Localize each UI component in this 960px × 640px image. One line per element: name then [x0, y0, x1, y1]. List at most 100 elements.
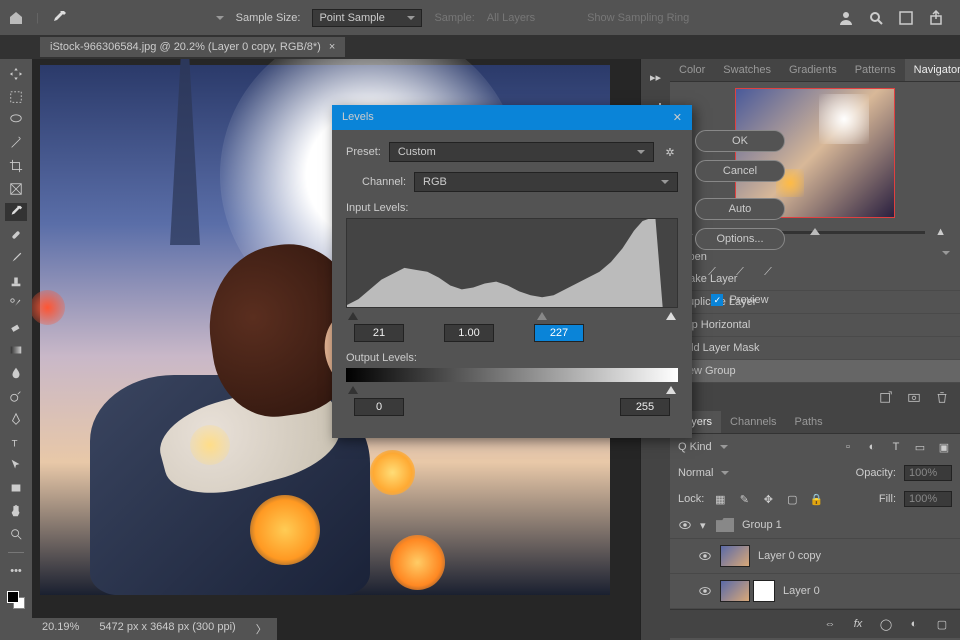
lock-paint-icon[interactable]: ✎: [736, 491, 752, 507]
tab-gradients[interactable]: Gradients: [780, 59, 846, 81]
blur-tool[interactable]: [5, 364, 27, 382]
midtone-input[interactable]: 1.00: [444, 324, 494, 342]
tab-paths[interactable]: Paths: [786, 411, 832, 433]
tab-channels[interactable]: Channels: [721, 411, 785, 433]
mid-slider[interactable]: [537, 312, 547, 320]
ok-button[interactable]: OK: [695, 130, 785, 152]
highlight-slider[interactable]: [666, 312, 676, 320]
filter-adjust-icon[interactable]: ◐: [864, 439, 880, 455]
move-tool[interactable]: [5, 65, 27, 83]
brush-tool[interactable]: [5, 249, 27, 267]
panel-tabs: Color Swatches Gradients Patterns Naviga…: [670, 59, 960, 82]
action-item[interactable]: New Group: [670, 360, 960, 383]
edit-toolbar-icon[interactable]: •••: [5, 562, 27, 580]
close-icon[interactable]: ✕: [673, 111, 682, 124]
sample-label: Sample:: [434, 12, 474, 24]
trash-icon[interactable]: [934, 389, 950, 405]
collapse-icon[interactable]: ▸▸: [648, 69, 664, 85]
pen-tool[interactable]: [5, 410, 27, 428]
preset-select[interactable]: Custom: [389, 142, 654, 162]
action-item[interactable]: Flip Horizontal: [670, 314, 960, 337]
white-point-icon[interactable]: ⟋: [760, 264, 776, 280]
layer-row[interactable]: ▾ Group 1: [670, 512, 960, 539]
lock-nest-icon[interactable]: ▢: [784, 491, 800, 507]
marquee-tool[interactable]: [5, 88, 27, 106]
new-action-icon[interactable]: [878, 389, 894, 405]
document-tab[interactable]: iStock-966306584.jpg @ 20.2% (Layer 0 co…: [40, 37, 345, 57]
status-bar: 20.19%5472 px x 3648 px (300 ppi)〉: [32, 618, 277, 640]
filter-type-icon[interactable]: T: [888, 439, 904, 455]
folder-icon: [716, 518, 734, 532]
home-icon[interactable]: [8, 10, 24, 26]
frame-icon[interactable]: [898, 10, 914, 26]
black-point-icon[interactable]: ⟋: [704, 264, 720, 280]
adjustment-icon[interactable]: ◐: [906, 616, 922, 632]
layer-row[interactable]: Layer 0: [670, 574, 960, 609]
lock-all-icon[interactable]: 🔒: [808, 491, 824, 507]
lasso-tool[interactable]: [5, 111, 27, 129]
layer-mask: [753, 580, 775, 602]
gray-point-icon[interactable]: ⟋: [732, 264, 748, 280]
options-button[interactable]: Options...: [695, 228, 785, 250]
opacity-input[interactable]: 100%: [904, 465, 952, 481]
stamp-tool[interactable]: [5, 272, 27, 290]
filter-shape-icon[interactable]: ▭: [912, 439, 928, 455]
lock-pos-icon[interactable]: ✥: [760, 491, 776, 507]
type-tool[interactable]: T: [5, 433, 27, 451]
share-icon[interactable]: [928, 10, 944, 26]
preview-checkbox[interactable]: ✓Preview: [695, 294, 785, 306]
camera-icon[interactable]: [906, 389, 922, 405]
tab-swatches[interactable]: Swatches: [714, 59, 780, 81]
shadow-slider[interactable]: [348, 312, 358, 320]
layer-thumbnail: [720, 545, 750, 567]
eraser-tool[interactable]: [5, 318, 27, 336]
group-icon[interactable]: ▢: [934, 616, 950, 632]
svg-text:T: T: [12, 438, 18, 449]
channel-select[interactable]: RGB: [414, 172, 678, 192]
wand-tool[interactable]: [5, 134, 27, 152]
search-icon[interactable]: [868, 10, 884, 26]
close-icon[interactable]: ×: [329, 41, 335, 53]
zoom-tool[interactable]: [5, 525, 27, 543]
link-icon[interactable]: ⇔: [822, 616, 838, 632]
fx-icon[interactable]: fx: [850, 616, 866, 632]
out-lo-input[interactable]: 0: [354, 398, 404, 416]
rectangle-tool[interactable]: [5, 479, 27, 497]
frame-tool[interactable]: [5, 180, 27, 198]
zoom-in-icon[interactable]: ▲: [935, 226, 946, 238]
lock-trans-icon[interactable]: ▦: [712, 491, 728, 507]
tab-navigator[interactable]: Navigator: [905, 59, 960, 81]
highlight-input[interactable]: 227: [534, 324, 584, 342]
filter-pixel-icon[interactable]: ▫: [840, 439, 856, 455]
dodge-tool[interactable]: [5, 387, 27, 405]
eyedropper-tool[interactable]: [5, 203, 27, 221]
chevron-icon[interactable]: [942, 251, 950, 255]
out-hi-input[interactable]: 255: [620, 398, 670, 416]
hand-tool[interactable]: [5, 502, 27, 520]
color-swatches[interactable]: [7, 591, 25, 609]
crop-tool[interactable]: [5, 157, 27, 175]
visibility-icon[interactable]: [698, 549, 712, 563]
out-hi-slider[interactable]: [666, 386, 676, 394]
gradient-tool[interactable]: [5, 341, 27, 359]
visibility-icon[interactable]: [678, 518, 692, 532]
filter-smart-icon[interactable]: ▣: [936, 439, 952, 455]
layer-row[interactable]: Layer 0 copy: [670, 539, 960, 574]
shadow-input[interactable]: 21: [354, 324, 404, 342]
profile-icon[interactable]: [838, 10, 854, 26]
tab-patterns[interactable]: Patterns: [846, 59, 905, 81]
history-brush-tool[interactable]: [5, 295, 27, 313]
mask-icon[interactable]: ◯: [878, 616, 894, 632]
gear-icon[interactable]: ✲: [662, 144, 678, 160]
path-select-tool[interactable]: [5, 456, 27, 474]
sample-size-select[interactable]: Point Sample: [312, 9, 422, 27]
visibility-icon[interactable]: [698, 584, 712, 598]
eyedropper-icon[interactable]: [51, 10, 67, 26]
auto-button[interactable]: Auto: [695, 198, 785, 220]
out-lo-slider[interactable]: [348, 386, 358, 394]
action-item[interactable]: Add Layer Mask: [670, 337, 960, 360]
healing-tool[interactable]: [5, 226, 27, 244]
cancel-button[interactable]: Cancel: [695, 160, 785, 182]
tab-color[interactable]: Color: [670, 59, 714, 81]
fill-input[interactable]: 100%: [904, 491, 952, 507]
